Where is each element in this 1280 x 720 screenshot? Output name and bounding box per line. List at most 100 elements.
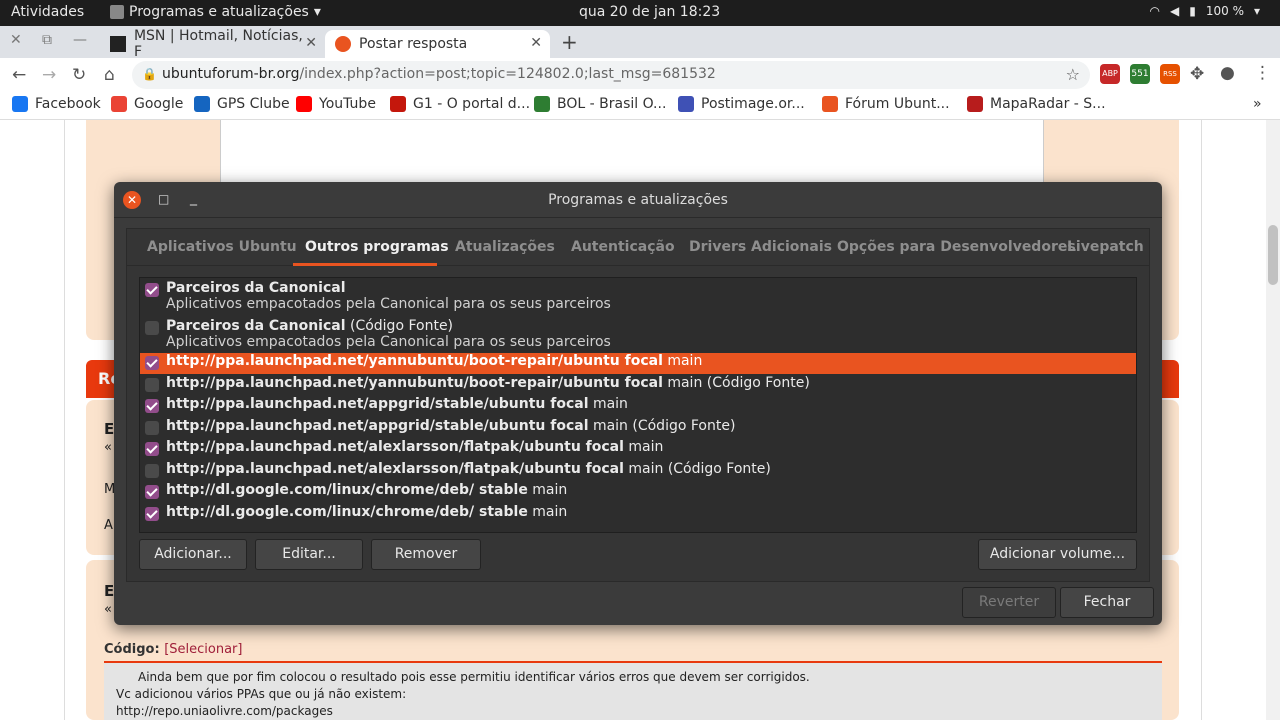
app-menu[interactable]: Programas e atualizações ▾: [110, 4, 321, 20]
menu-kebab-icon[interactable]: ⋮: [1254, 63, 1271, 83]
bookmark-label: G1 - O portal d...: [413, 96, 531, 112]
list-item[interactable]: http://dl.google.com/linux/chrome/deb/ s…: [140, 482, 1136, 503]
source-url: http://ppa.launchpad.net/alexlarsson/fla…: [166, 461, 624, 477]
source-url: http://ppa.launchpad.net/alexlarsson/fla…: [166, 439, 624, 455]
app-menu-label: Programas e atualizações: [129, 4, 309, 20]
list-item[interactable]: http://ppa.launchpad.net/yannubuntu/boot…: [140, 375, 1136, 396]
lock-icon: 🔒: [142, 67, 157, 81]
sources-list[interactable]: Parceiros da Canonical Aplicativos empac…: [139, 277, 1137, 533]
list-item[interactable]: Parceiros da Canonical (Código Fonte) Ap…: [140, 318, 1136, 354]
revert-button[interactable]: Reverter: [962, 587, 1056, 618]
restore-icon[interactable]: ⧉: [42, 32, 52, 48]
back-button[interactable]: ←: [12, 65, 26, 85]
code-line: Ainda bem que por fim colocou o resultad…: [138, 670, 810, 684]
msn-favicon-icon: [110, 36, 126, 52]
bookmark-label: Postimage.or...: [701, 96, 805, 112]
source-url: http://ppa.launchpad.net/yannubuntu/boot…: [166, 375, 663, 391]
source-components: main: [527, 482, 568, 498]
checkbox[interactable]: [145, 442, 159, 456]
bookmark-gps-clube[interactable]: GPS Clube: [194, 96, 290, 112]
page-scrollbar[interactable]: [1266, 120, 1280, 720]
list-item[interactable]: http://dl.google.com/linux/chrome/deb/ s…: [140, 504, 1136, 525]
select-code-link[interactable]: [Selecionar]: [164, 642, 242, 657]
bol-icon: [534, 96, 550, 112]
bookmark-youtube[interactable]: YouTube: [296, 96, 376, 112]
clock[interactable]: qua 20 de jan 18:23: [579, 4, 720, 20]
close-icon[interactable]: ✕: [123, 191, 141, 209]
tab-atualizacoes[interactable]: Atualizações: [455, 239, 555, 255]
forward-button[interactable]: →: [42, 65, 56, 85]
tab-postar-resposta[interactable]: Postar resposta ✕: [325, 30, 550, 58]
checkbox[interactable]: [145, 464, 159, 478]
source-url: http://ppa.launchpad.net/appgrid/stable/…: [166, 396, 589, 412]
tab-msn[interactable]: MSN | Hotmail, Notícias, F ✕: [100, 28, 325, 60]
activities-button[interactable]: Atividades: [11, 4, 84, 20]
bookmark-bol[interactable]: BOL - Brasil O...: [534, 96, 666, 112]
profile-avatar[interactable]: ●: [1220, 63, 1235, 83]
tab-outros-programas[interactable]: Outros programas: [305, 239, 449, 255]
battery-icon: ▮: [1189, 4, 1196, 18]
add-button[interactable]: Adicionar...: [139, 539, 247, 570]
add-volume-button[interactable]: Adicionar volume...: [978, 539, 1137, 570]
source-suffix: (Código Fonte): [345, 318, 454, 334]
checkbox[interactable]: [145, 356, 159, 370]
scrollbar-thumb[interactable]: [1268, 225, 1278, 285]
home-button[interactable]: ⌂: [104, 65, 115, 85]
checkbox[interactable]: [145, 421, 159, 435]
gps-clube-icon: [194, 96, 210, 112]
list-item[interactable]: http://ppa.launchpad.net/appgrid/stable/…: [140, 418, 1136, 439]
counter-extension-icon[interactable]: 551: [1130, 64, 1150, 84]
close-icon[interactable]: ✕: [10, 32, 22, 48]
address-bar[interactable]: 🔒 ubuntuforum-br.org/index.php?action=po…: [132, 61, 1090, 89]
minimize-icon[interactable]: —: [73, 32, 87, 48]
list-item[interactable]: http://ppa.launchpad.net/alexlarsson/fla…: [140, 439, 1136, 460]
tab-opcoes-desenvolvedores[interactable]: Opções para Desenvolvedores: [837, 239, 1076, 255]
bookmark-forum-ubuntu[interactable]: Fórum Ubunt...: [822, 96, 950, 112]
tab-drivers-adicionais[interactable]: Drivers Adicionais: [689, 239, 832, 255]
post-letter: A: [104, 518, 113, 533]
battery-percent: 100 %: [1205, 4, 1244, 18]
new-tab-button[interactable]: +: [561, 30, 578, 54]
bookmark-g1[interactable]: G1 - O portal d...: [390, 96, 530, 112]
checkbox[interactable]: [145, 399, 159, 413]
close-button[interactable]: Fechar: [1060, 587, 1154, 618]
maximize-icon[interactable]: □: [158, 192, 169, 206]
source-components: main: [527, 504, 568, 520]
checkbox[interactable]: [145, 321, 159, 335]
system-tray[interactable]: ◠ ◀ ▮ 100 % ▾: [1150, 4, 1260, 18]
bookmark-facebook[interactable]: Facebook: [12, 96, 101, 112]
extensions-puzzle-icon[interactable]: ✥: [1190, 64, 1204, 84]
checkbox[interactable]: [145, 378, 159, 392]
list-item[interactable]: http://ppa.launchpad.net/alexlarsson/fla…: [140, 461, 1136, 482]
bookmark-google[interactable]: Google: [111, 96, 183, 112]
tab-aplicativos-ubuntu[interactable]: Aplicativos Ubuntu: [147, 239, 297, 255]
reload-button[interactable]: ↻: [72, 65, 86, 85]
tab-close-icon[interactable]: ✕: [530, 35, 542, 51]
checkbox[interactable]: [145, 485, 159, 499]
checkbox[interactable]: [145, 507, 159, 521]
bookmarks-overflow-button[interactable]: »: [1253, 96, 1262, 112]
tab-autenticacao[interactable]: Autenticação: [571, 239, 675, 255]
bookmark-label: Google: [134, 96, 184, 112]
source-components: main: [623, 439, 664, 455]
rss-extension-icon[interactable]: RSS: [1160, 64, 1180, 84]
bookmark-maparadar[interactable]: MapaRadar - S...: [967, 96, 1106, 112]
tab-close-icon[interactable]: ✕: [305, 35, 317, 51]
bookmark-postimage[interactable]: Postimage.or...: [678, 96, 805, 112]
list-item[interactable]: http://ppa.launchpad.net/appgrid/stable/…: [140, 396, 1136, 417]
bookmark-label: MapaRadar - S...: [990, 96, 1106, 112]
postimage-icon: [678, 96, 694, 112]
list-item[interactable]: http://ppa.launchpad.net/yannubuntu/boot…: [140, 353, 1136, 374]
checkbox[interactable]: [145, 283, 159, 297]
adblock-extension-icon[interactable]: ABP 1: [1100, 64, 1120, 98]
edit-button[interactable]: Editar...: [255, 539, 363, 570]
remove-button[interactable]: Remover: [371, 539, 481, 570]
minimize-icon[interactable]: _: [190, 190, 197, 206]
tab-livepatch[interactable]: Livepatch: [1067, 239, 1144, 255]
bookmark-star-icon[interactable]: ☆: [1066, 65, 1080, 84]
dialog-titlebar[interactable]: ✕ □ _ Programas e atualizações: [114, 182, 1162, 218]
code-label-text: Código:: [104, 642, 160, 657]
list-item[interactable]: Parceiros da Canonical Aplicativos empac…: [140, 280, 1136, 316]
message-editor[interactable]: [220, 120, 1044, 185]
source-url: http://ppa.launchpad.net/appgrid/stable/…: [166, 418, 589, 434]
